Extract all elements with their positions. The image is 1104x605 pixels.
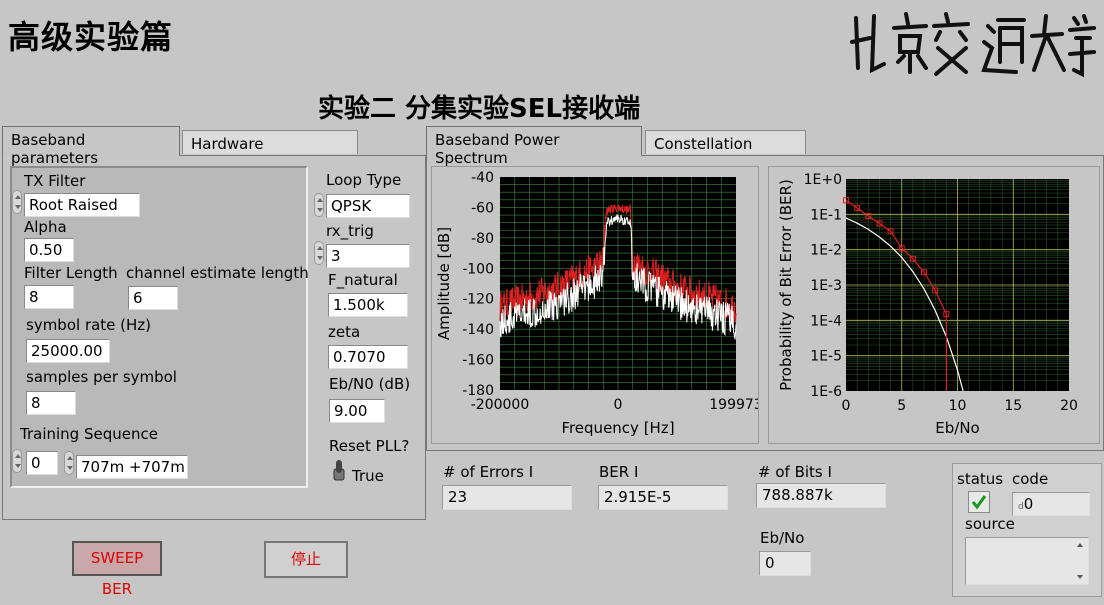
training-index-spinner[interactable] bbox=[12, 449, 22, 473]
filter-length-label: Filter Length bbox=[24, 264, 118, 282]
ebno-indicator: 0 bbox=[759, 551, 811, 576]
ber-indicator: 2.915E-5 bbox=[598, 485, 728, 510]
source-scrollbar[interactable] bbox=[1073, 539, 1087, 583]
spectrum-graph: -200000 0 199973 -40 -60 -80 -100 -120 -140 -160 -… bbox=[431, 166, 763, 444]
loop-type-select[interactable]: QPSK bbox=[326, 194, 410, 218]
rx-trig-input[interactable]: 3 bbox=[326, 244, 410, 268]
status-label: status bbox=[957, 470, 1004, 488]
training-sequence-label: Training Sequence bbox=[20, 425, 158, 443]
logo-calligraphy-icon bbox=[850, 12, 1096, 78]
ber-y-tick-label: 1E-6 bbox=[810, 384, 842, 400]
spectrum-x-tick-label: 0 bbox=[614, 397, 623, 413]
sweep-ber-label: SWEEP BER bbox=[90, 549, 144, 598]
toggle-switch-icon bbox=[333, 460, 345, 481]
samples-per-symbol-label: samples per symbol bbox=[26, 368, 177, 386]
tx-filter-label: TX Filter bbox=[24, 172, 86, 190]
bits-label: # of Bits I bbox=[758, 463, 832, 481]
ber-label: BER I bbox=[599, 463, 639, 481]
rx-trig-label: rx_trig bbox=[326, 222, 374, 240]
loop-type-label: Loop Type bbox=[326, 171, 402, 189]
ber-x-tick-label: 0 bbox=[842, 398, 851, 414]
symbol-rate-label: symbol rate (Hz) bbox=[26, 316, 152, 334]
code-value: 0 bbox=[1023, 495, 1034, 513]
stop-button[interactable]: 停止 bbox=[264, 541, 348, 578]
ber-y-axis-label: Probability of Bit Error (BER) bbox=[777, 179, 795, 391]
loop-type-spinner[interactable] bbox=[314, 193, 324, 217]
tx-filter-select[interactable]: Root Raised bbox=[24, 193, 140, 217]
training-sequence-input[interactable]: 707m +707m i bbox=[76, 455, 188, 479]
f-natural-label: F_natural bbox=[328, 271, 398, 289]
tab-baseband-parameters[interactable]: Baseband parameters bbox=[2, 126, 180, 167]
alpha-input[interactable]: 0.50 bbox=[24, 238, 74, 262]
ber-x-tick-label: 20 bbox=[1060, 398, 1078, 414]
university-logo bbox=[848, 8, 1096, 80]
errors-label: # of Errors I bbox=[443, 463, 534, 481]
ber-y-tick-label: 1E+0 bbox=[804, 172, 842, 188]
ber-y-tick-label: 1E-1 bbox=[810, 207, 842, 223]
code-indicator: d0 bbox=[1012, 492, 1090, 516]
training-index-input[interactable]: 0 bbox=[26, 451, 58, 475]
spectrum-x-tick-label: 199973 bbox=[709, 397, 758, 413]
tab-constellation-graph[interactable]: Constellation Graph bbox=[645, 130, 806, 171]
tab-baseband-power-spectrum[interactable]: Baseband Power Spectrum bbox=[426, 126, 642, 167]
spectrum-y-axis-label: Amplitude [dB] bbox=[435, 227, 453, 340]
spectrum-y-tick-label: -60 bbox=[471, 200, 494, 216]
ebn0-label: Eb/N0 (dB) bbox=[329, 375, 411, 393]
ber-x-tick-label: 10 bbox=[949, 398, 967, 414]
stop-button-label: 停止 bbox=[290, 550, 321, 568]
reset-pll-label: Reset PLL? bbox=[329, 437, 410, 455]
ber-plot: 0 5 10 15 20 1E+0 1E-1 1E-2 1E-3 1E-4 1E-5 1E-6 Eb/N… bbox=[777, 172, 1078, 437]
channel-estimate-input[interactable]: 6 bbox=[128, 286, 178, 310]
spectrum-y-tick-label: -40 bbox=[471, 170, 494, 186]
ber-x-axis-label: Eb/No bbox=[935, 419, 979, 437]
ber-y-tick-label: 1E-4 bbox=[810, 313, 842, 329]
bits-indicator: 788.887k bbox=[756, 483, 886, 508]
filter-length-input[interactable]: 8 bbox=[24, 285, 74, 309]
sweep-ber-button[interactable]: SWEEP BER bbox=[72, 541, 162, 598]
zeta-input[interactable]: 0.7070 bbox=[328, 345, 408, 369]
zeta-label: zeta bbox=[328, 323, 361, 341]
f-natural-input[interactable]: 1.500k bbox=[328, 293, 408, 317]
ebn0-input[interactable]: 9.00 bbox=[329, 399, 385, 423]
channel-estimate-label: channel estimate length bbox=[126, 264, 309, 282]
samples-per-symbol-input[interactable]: 8 bbox=[26, 391, 76, 415]
rx-trig-spinner[interactable] bbox=[314, 241, 324, 265]
ber-graph: 0 5 10 15 20 1E+0 1E-1 1E-2 1E-3 1E-4 1E-5 1E-6 Eb/N… bbox=[768, 166, 1100, 444]
status-indicator bbox=[968, 491, 990, 513]
source-label: source bbox=[965, 515, 1015, 533]
errors-indicator: 23 bbox=[442, 485, 572, 510]
source-indicator bbox=[965, 537, 1089, 585]
tx-filter-spinner[interactable] bbox=[12, 190, 22, 214]
spectrum-x-tick-label: -200000 bbox=[471, 397, 530, 413]
ebno-label: Eb/No bbox=[760, 529, 805, 547]
spectrum-y-tick-label: -140 bbox=[462, 322, 494, 338]
spectrum-plot: -200000 0 199973 -40 -60 -80 -100 -120 -140 -160 -… bbox=[435, 170, 763, 437]
training-element-spinner[interactable] bbox=[64, 451, 74, 475]
ber-y-tick-label: 1E-3 bbox=[810, 278, 842, 294]
symbol-rate-input[interactable]: 25000.00 bbox=[26, 339, 110, 363]
experiment-title: 实验二 分集实验SEL接收端 bbox=[318, 94, 641, 124]
reset-pll-value: True bbox=[352, 467, 384, 485]
spectrum-y-tick-label: -80 bbox=[471, 231, 494, 247]
spectrum-y-tick-label: -160 bbox=[462, 353, 494, 369]
ber-y-tick-label: 1E-2 bbox=[810, 243, 842, 259]
spectrum-x-axis-label: Frequency [Hz] bbox=[561, 419, 674, 437]
ber-y-tick-label: 1E-5 bbox=[810, 349, 842, 365]
ber-x-tick-label: 15 bbox=[1004, 398, 1022, 414]
code-label: code bbox=[1012, 470, 1049, 488]
alpha-label: Alpha bbox=[24, 218, 67, 236]
ber-x-tick-label: 5 bbox=[897, 398, 906, 414]
spectrum-y-tick-label: -120 bbox=[462, 292, 494, 308]
check-icon bbox=[971, 495, 987, 510]
spectrum-y-tick-label: -100 bbox=[462, 261, 494, 277]
spectrum-y-tick-label: -180 bbox=[462, 383, 494, 399]
page-title: 高级实验篇 bbox=[8, 18, 174, 56]
tab-hardware-parameters[interactable]: Hardware parameters bbox=[182, 130, 358, 171]
reset-pll-toggle[interactable] bbox=[333, 459, 345, 481]
scroll-arrows-icon bbox=[1077, 543, 1083, 579]
